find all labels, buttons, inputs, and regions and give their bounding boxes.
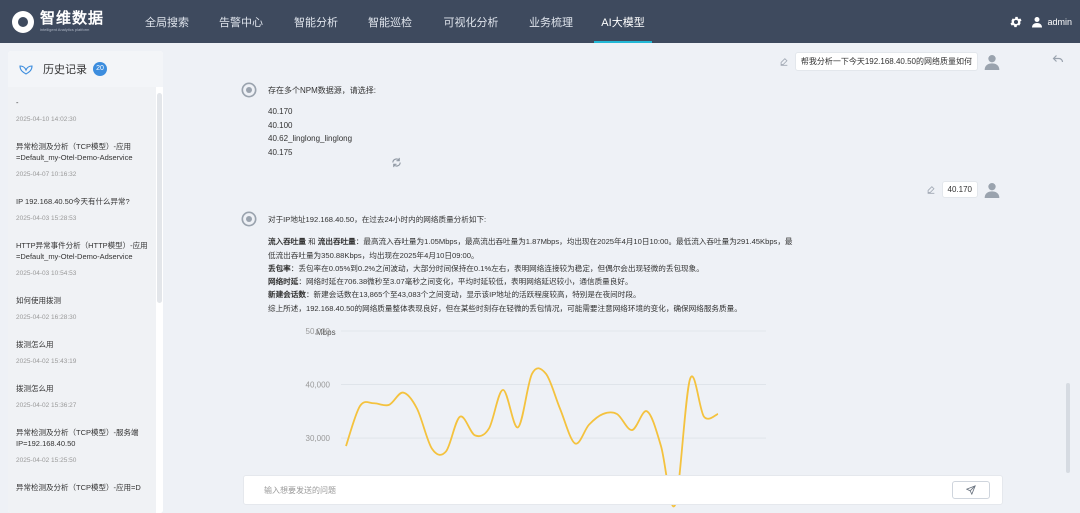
brand-title: 智维数据	[40, 9, 105, 27]
user-message-bubble: 40.170	[941, 181, 978, 198]
assistant-avatar-icon	[241, 82, 257, 98]
edit-icon[interactable]	[779, 57, 789, 67]
analysis-intro: 对于IP地址192.168.40.50，在过去24小时内的网络质量分析如下:	[268, 215, 487, 224]
datasource-option[interactable]: 40.100	[268, 119, 352, 133]
history-item-title: 异常检测及分析（TCP模型）-服务端IP=192.168.40.50	[16, 428, 139, 448]
username[interactable]: admin	[1047, 17, 1072, 27]
user-icon[interactable]	[1031, 16, 1043, 28]
history-item[interactable]: IP 192.168.40.50今天有什么异常? 2025-04-03 15:28…	[16, 196, 156, 222]
history-item-title: 如何使用拨测	[16, 296, 61, 305]
nav-item[interactable]: 全局搜索	[132, 0, 202, 43]
user-message-bubble: 帮我分析一下今天192.168.40.50的网络质量如何	[794, 52, 978, 71]
traffic-and: 和	[305, 237, 318, 247]
assistant-avatar-icon	[241, 211, 257, 227]
history-header: 历史记录 20	[8, 51, 163, 87]
edit-icon[interactable]	[926, 185, 936, 195]
history-sidebar: 历史记录 20 - 2025-04-10 14:02:30 异常检测及分析（TCP模…	[8, 51, 163, 513]
main-nav: 全局搜索 告警中心 智能分析 智能巡检 可视化分析 业务梳理 AI大模型	[132, 0, 658, 43]
history-item[interactable]: HTTP异常事件分析（HTTP模型）-应用=Default_my-Otel-De…	[16, 240, 156, 277]
history-item-title: -	[16, 98, 19, 107]
nav-item[interactable]: 可视化分析	[428, 0, 514, 43]
user-message: 帮我分析一下今天192.168.40.50的网络质量如何	[779, 52, 1000, 71]
sidebar-scrollbar[interactable]	[156, 87, 163, 513]
assistant-message: 存在多个NPM数据源，请选择:	[268, 84, 376, 97]
history-item-title: 异常检测及分析（TCP模型）-应用=D	[16, 483, 141, 492]
summary-text: 综上所述，192.168.40.50的网络质量整体表现良好，但在某些时刻存在轻微…	[268, 303, 742, 313]
nav-item[interactable]: 智能巡检	[352, 0, 428, 43]
session-text: ：新建会话数在13,865个至43,083个之间变动，显示该IP地址的活跃程度较…	[305, 290, 641, 300]
history-item[interactable]: 拨测怎么用 2025-04-02 15:36:27	[16, 383, 156, 409]
history-item[interactable]: 如何使用拨测 2025-04-02 16:28:30	[16, 295, 156, 321]
history-item[interactable]: - 2025-04-10 14:02:30	[16, 97, 156, 123]
loss-text: ：丢包率在0.05%到0.2%之间波动，大部分时间保持在0.1%左右，表明网络连…	[290, 263, 704, 273]
chat-scrollbar[interactable]	[1066, 383, 1070, 473]
history-item[interactable]: 异常检测及分析（TCP模型）-应用=Default_my-Otel-Demo-A…	[16, 141, 156, 178]
datasource-options: 40.170 40.100 40.62_linglong_linglong 40.17…	[268, 105, 352, 159]
history-item-time: 2025-04-07 10:16:32	[16, 171, 77, 178]
history-item-time: 2025-04-02 16:28:30	[16, 314, 77, 321]
latency-text: ：网络时延在706.38微秒至3.07毫秒之间变化，平均时延较低，表明网络延迟较…	[298, 277, 633, 287]
brand-logo-icon	[12, 10, 34, 33]
history-item-time: 2025-04-03 10:54:53	[16, 270, 77, 277]
history-item-title: 拨测怎么用	[16, 340, 54, 349]
history-item-time: 2025-04-02 15:43:19	[16, 358, 77, 365]
history-item[interactable]: 拨测怎么用 2025-04-02 15:43:19	[16, 339, 156, 365]
history-item-time: 2025-04-02 15:36:27	[16, 402, 77, 409]
history-title: 历史记录	[43, 64, 87, 76]
chat-input-bar	[243, 475, 1003, 505]
history-item-time: 2025-04-02 15:25:50	[16, 457, 77, 464]
gear-icon[interactable]	[1009, 15, 1023, 29]
chart-y-tick-label: 30,000	[306, 434, 331, 443]
assistant-analysis: 对于IP地址192.168.40.50，在过去24小时内的网络质量分析如下: 流…	[268, 213, 798, 315]
user-message: 40.170	[926, 181, 1000, 198]
latency-label: 网络时延	[268, 277, 299, 287]
assistant-message-text: 存在多个NPM数据源，请选择:	[268, 86, 376, 95]
analysis-body: 流入吞吐量 和 流出吞吐量：最高流入吞吐量为1.05Mbps，最高流出吞吐量为1…	[268, 235, 798, 315]
history-item-title: IP 192.168.40.50今天有什么异常?	[16, 197, 130, 206]
user-avatar-icon	[984, 182, 1000, 198]
session-label: 新建会话数	[268, 290, 306, 300]
history-item-time: 2025-04-10 14:02:30	[16, 116, 77, 123]
history-item[interactable]: 异常检测及分析（TCP模型）-应用=D	[16, 482, 156, 493]
send-button[interactable]	[952, 481, 990, 499]
chart-y-tick-label: 50,000	[306, 327, 331, 336]
question-input[interactable]	[244, 485, 952, 495]
history-item[interactable]: 异常检测及分析（TCP模型）-服务端IP=192.168.40.50 2025-0…	[16, 427, 156, 464]
history-item-time: 2025-04-03 15:28:53	[16, 215, 77, 222]
user-avatar-icon	[984, 54, 1000, 70]
send-icon	[966, 485, 976, 495]
nav-item[interactable]: 告警中心	[202, 0, 280, 43]
leaf-icon	[19, 65, 33, 75]
back-icon[interactable]	[1052, 53, 1064, 65]
history-list: - 2025-04-10 14:02:30 异常检测及分析（TCP模型）-应用=De…	[8, 87, 156, 513]
brand[interactable]: 智维数据 intelligent Analytics platform	[0, 9, 130, 33]
chart-y-tick-label: 40,000	[306, 381, 331, 390]
sidebar-scrollbar-thumb[interactable]	[157, 93, 162, 303]
history-item-title: 拨测怎么用	[16, 384, 54, 393]
datasource-option[interactable]: 40.170	[268, 105, 352, 119]
traffic-in-label: 流入吞吐量	[268, 237, 306, 247]
datasource-option[interactable]: 40.62_linglong_linglong	[268, 132, 352, 146]
nav-item[interactable]: 业务梳理	[514, 0, 588, 43]
nav-item[interactable]: AI大模型	[588, 0, 658, 43]
refresh-icon[interactable]	[391, 157, 402, 168]
top-navbar: 智维数据 intelligent Analytics platform 全局搜索…	[0, 0, 1080, 43]
history-item-title: HTTP异常事件分析（HTTP模型）-应用=Default_my-Otel-De…	[16, 241, 148, 261]
history-count-badge: 20	[93, 62, 107, 76]
history-item-title: 异常检测及分析（TCP模型）-应用=Default_my-Otel-Demo-A…	[16, 142, 133, 162]
datasource-option[interactable]: 40.175	[268, 146, 352, 160]
loss-label: 丢包率	[268, 263, 291, 273]
brand-subtitle: intelligent Analytics platform	[40, 26, 90, 32]
nav-item[interactable]: 智能分析	[280, 0, 352, 43]
traffic-out-label: 流出吞吐量	[317, 237, 356, 247]
chat-area: 帮我分析一下今天192.168.40.50的网络质量如何 存在多个NPM数据源，…	[171, 43, 1080, 513]
